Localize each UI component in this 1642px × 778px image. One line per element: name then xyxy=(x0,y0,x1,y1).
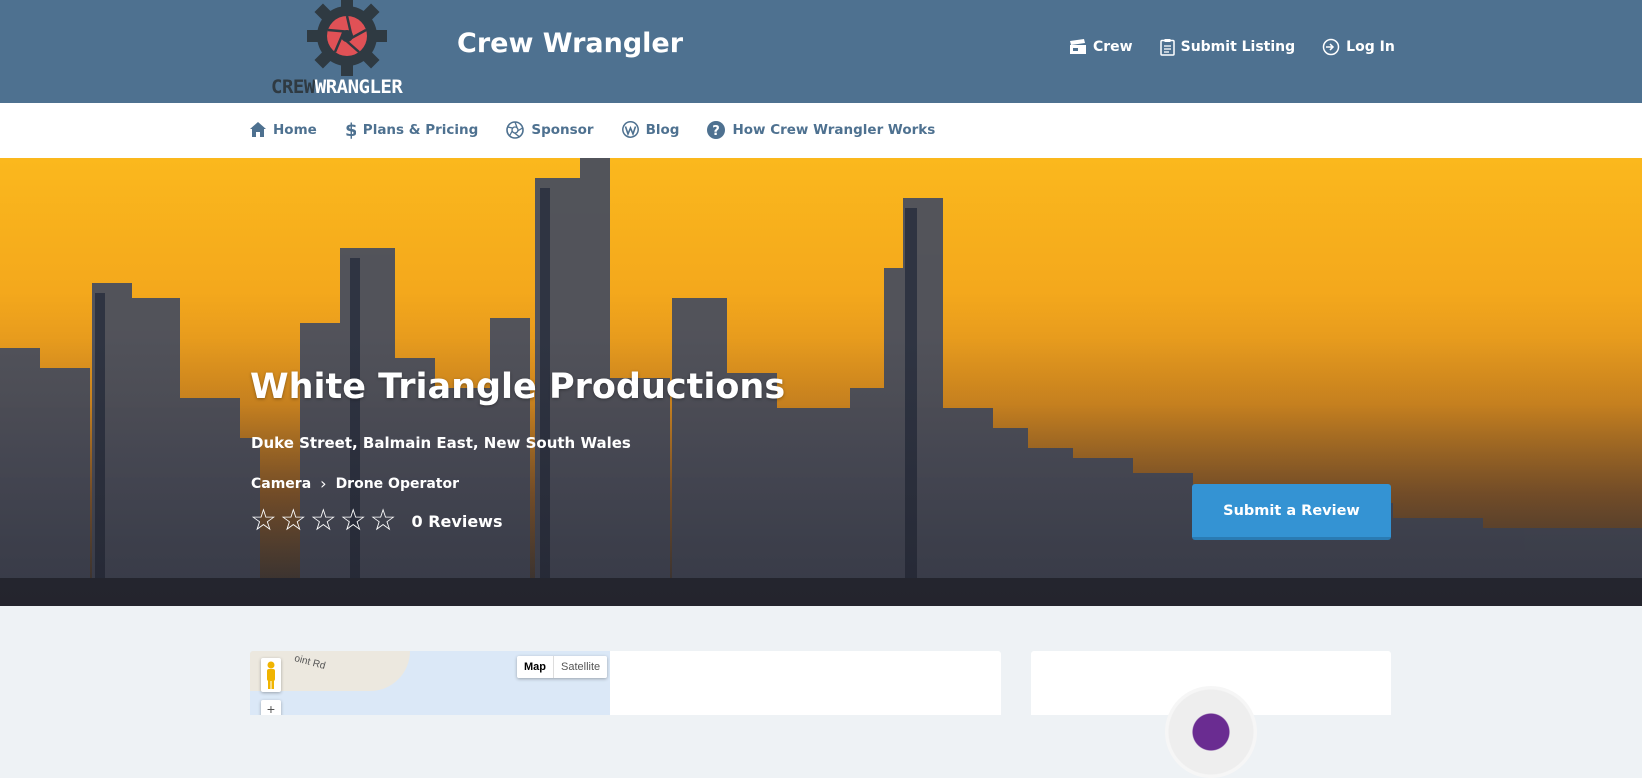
header-link-log-in[interactable]: Log In xyxy=(1322,38,1395,56)
reviews-count[interactable]: 0 Reviews xyxy=(412,512,503,531)
nav-item-sponsor[interactable]: Sponsor xyxy=(506,120,594,139)
header-link-label: Crew xyxy=(1093,39,1133,55)
header-links: Crew Submit Listing Log In xyxy=(1069,38,1395,56)
street-view-pegman-icon[interactable] xyxy=(261,658,281,692)
wordpress-icon xyxy=(621,121,639,138)
pegman-figure-icon xyxy=(267,661,275,689)
main-navigation-bar: Home $ Plans & Pricing Sponsor Blog ? Ho… xyxy=(0,103,1642,158)
site-logo[interactable]: CREWWRANGLER xyxy=(269,0,431,103)
header-link-label: Submit Listing xyxy=(1180,39,1296,55)
clipboard-icon xyxy=(1159,39,1175,56)
login-icon xyxy=(1322,38,1340,56)
nav-item-label: Home xyxy=(273,121,317,138)
header-link-submit-listing[interactable]: Submit Listing xyxy=(1159,38,1296,56)
listing-categories: Camera › Drone Operator xyxy=(251,474,459,493)
map-type-satellite-button[interactable]: Satellite xyxy=(554,656,608,678)
map-zoom-in-button[interactable]: + xyxy=(261,700,281,715)
svg-text:?: ? xyxy=(713,124,721,139)
category-link[interactable]: Camera xyxy=(251,476,311,492)
question-icon: ? xyxy=(707,120,726,139)
star-icon[interactable]: ☆ xyxy=(310,506,337,536)
star-icon[interactable]: ☆ xyxy=(370,506,397,536)
star-icon[interactable]: ☆ xyxy=(340,506,367,536)
nav-item-label: Sponsor xyxy=(531,121,594,138)
aperture-gear-icon xyxy=(307,0,387,76)
main-navigation: Home $ Plans & Pricing Sponsor Blog ? Ho… xyxy=(250,120,935,139)
nav-item-label: Blog xyxy=(645,121,680,138)
header-link-crew[interactable]: Crew xyxy=(1069,38,1133,56)
chevron-right-icon: › xyxy=(320,474,327,493)
map-type-map-button[interactable]: Map xyxy=(517,656,554,678)
star-icon[interactable]: ☆ xyxy=(280,506,307,536)
dollar-icon: $ xyxy=(345,120,356,139)
logo-word-crew: CREW xyxy=(271,76,315,98)
submit-review-button[interactable]: Submit a Review xyxy=(1192,484,1391,540)
nav-item-blog[interactable]: Blog xyxy=(621,120,680,139)
listing-address: Duke Street, Balmain East, New South Wal… xyxy=(251,434,631,452)
nav-item-label: Plans & Pricing xyxy=(362,121,479,138)
hero-overlay xyxy=(0,158,1642,606)
site-header: CREWWRANGLER Crew Wrangler Crew Submit L… xyxy=(0,0,1642,103)
site-title[interactable]: Crew Wrangler xyxy=(457,28,683,59)
svg-text:$: $ xyxy=(345,120,356,139)
listing-hero: White Triangle Productions Duke Street, … xyxy=(0,158,1642,606)
subcategory-link[interactable]: Drone Operator xyxy=(336,476,459,492)
location-map[interactable]: oint Rd + Map Satellite xyxy=(250,651,610,715)
home-icon xyxy=(250,122,266,137)
listing-title: White Triangle Productions xyxy=(250,367,786,407)
sidebar-card xyxy=(1031,651,1391,778)
star-icon[interactable]: ☆ xyxy=(250,506,277,536)
nav-item-home[interactable]: Home xyxy=(250,120,317,139)
nav-item-label: How Crew Wrangler Works xyxy=(732,121,936,138)
header-link-label: Log In xyxy=(1346,39,1395,55)
owner-avatar xyxy=(1165,686,1257,778)
rating-stars: ☆ ☆ ☆ ☆ ☆ xyxy=(250,506,397,536)
map-type-control: Map Satellite xyxy=(517,656,608,678)
nav-item-how-it-works[interactable]: ? How Crew Wrangler Works xyxy=(707,120,935,139)
clapperboard-icon xyxy=(1070,39,1086,54)
logo-wordmark: CREWWRANGLER xyxy=(271,76,433,98)
nav-item-plans-pricing[interactable]: $ Plans & Pricing xyxy=(345,120,479,139)
logo-word-wrangler: WRANGLER xyxy=(314,76,403,98)
aperture-icon xyxy=(506,120,525,139)
listing-rating: ☆ ☆ ☆ ☆ ☆ 0 Reviews xyxy=(250,506,502,536)
